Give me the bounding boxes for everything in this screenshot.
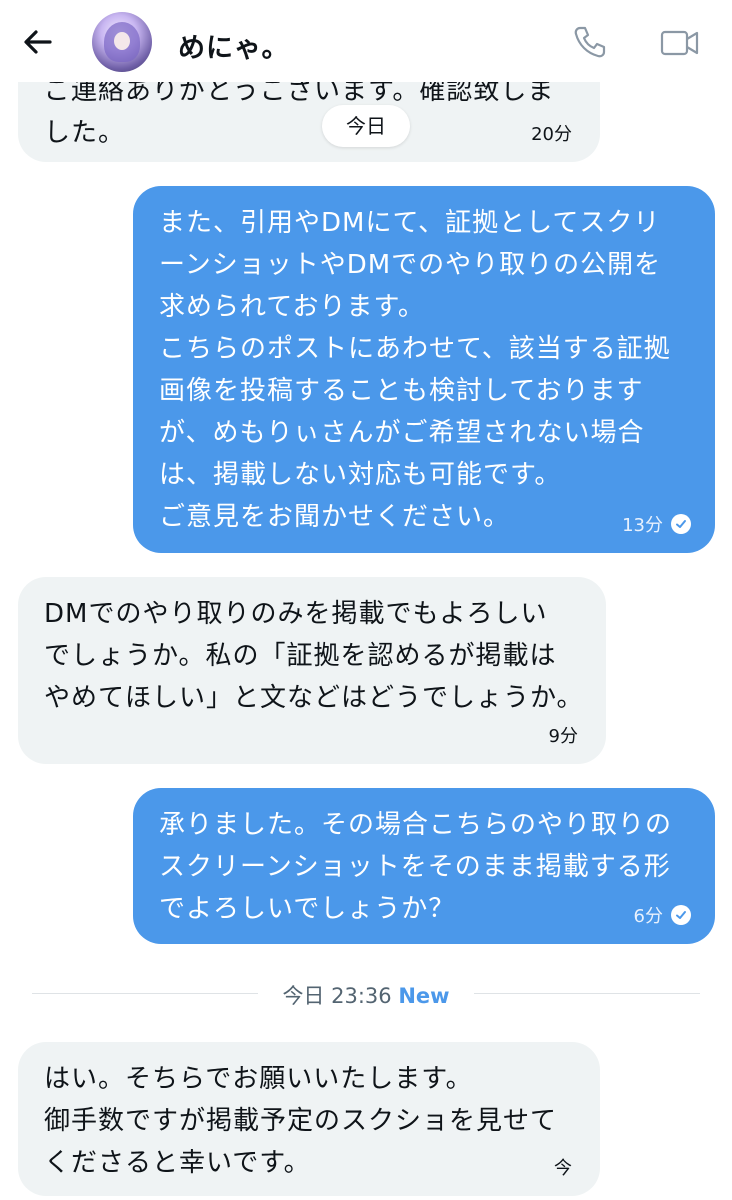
message-bubble-incoming[interactable]: はい。そちらでお願いいたします。 御手数ですが掲載予定のスクショを見せて くださ…	[18, 1042, 600, 1196]
message-time: 13分	[622, 515, 663, 536]
message-text: また、引用やDMにて、証拠としてスクリ ーンショットやDMでのやり取りの公開を …	[159, 208, 671, 532]
divider-date: 今日 23:36	[282, 984, 392, 1008]
read-check-icon	[671, 905, 691, 925]
back-arrow-icon[interactable]	[20, 24, 56, 60]
message-bubble-incoming[interactable]: DMでのやり取りのみを掲載でもよろしい でしょうか。私の「証拠を認めるが掲載は …	[18, 577, 606, 764]
new-badge: New	[398, 984, 450, 1008]
message-bubble-outgoing[interactable]: 承りました。その場合こちらのやり取りの スクリーンショットをそのまま掲載する形 …	[133, 788, 715, 944]
avatar[interactable]	[92, 12, 152, 72]
message-time: 今	[554, 1158, 572, 1179]
message-text: 承りました。その場合こちらのやり取りの スクリーンショットをそのまま掲載する形 …	[159, 810, 673, 924]
new-messages-divider: 今日 23:36 New	[0, 980, 732, 1010]
date-pill: 今日	[322, 105, 410, 147]
video-icon[interactable]	[660, 26, 700, 60]
message-text: ご連絡ありがとうございます。確認致しま した。	[44, 76, 555, 148]
message-bubble-outgoing[interactable]: また、引用やDMにて、証拠としてスクリ ーンショットやDMでのやり取りの公開を …	[133, 186, 715, 553]
message-time-row: 6分	[634, 902, 691, 928]
message-time-row: 13分	[622, 511, 691, 537]
message-time: 20分	[531, 124, 572, 145]
read-check-icon	[671, 514, 691, 534]
message-time: 6分	[633, 906, 663, 927]
contact-name[interactable]: めにゃ。	[178, 26, 289, 65]
message-text: DMでのやり取りのみを掲載でもよろしい でしょうか。私の「証拠を認めるが掲載は …	[44, 599, 584, 713]
message-time: 9分	[548, 726, 578, 747]
phone-icon[interactable]	[572, 24, 608, 60]
message-text: はい。そちらでお願いいたします。 御手数ですが掲載予定のスクショを見せて くださ…	[44, 1064, 558, 1178]
conversation-header: めにゃ。	[0, 0, 732, 82]
